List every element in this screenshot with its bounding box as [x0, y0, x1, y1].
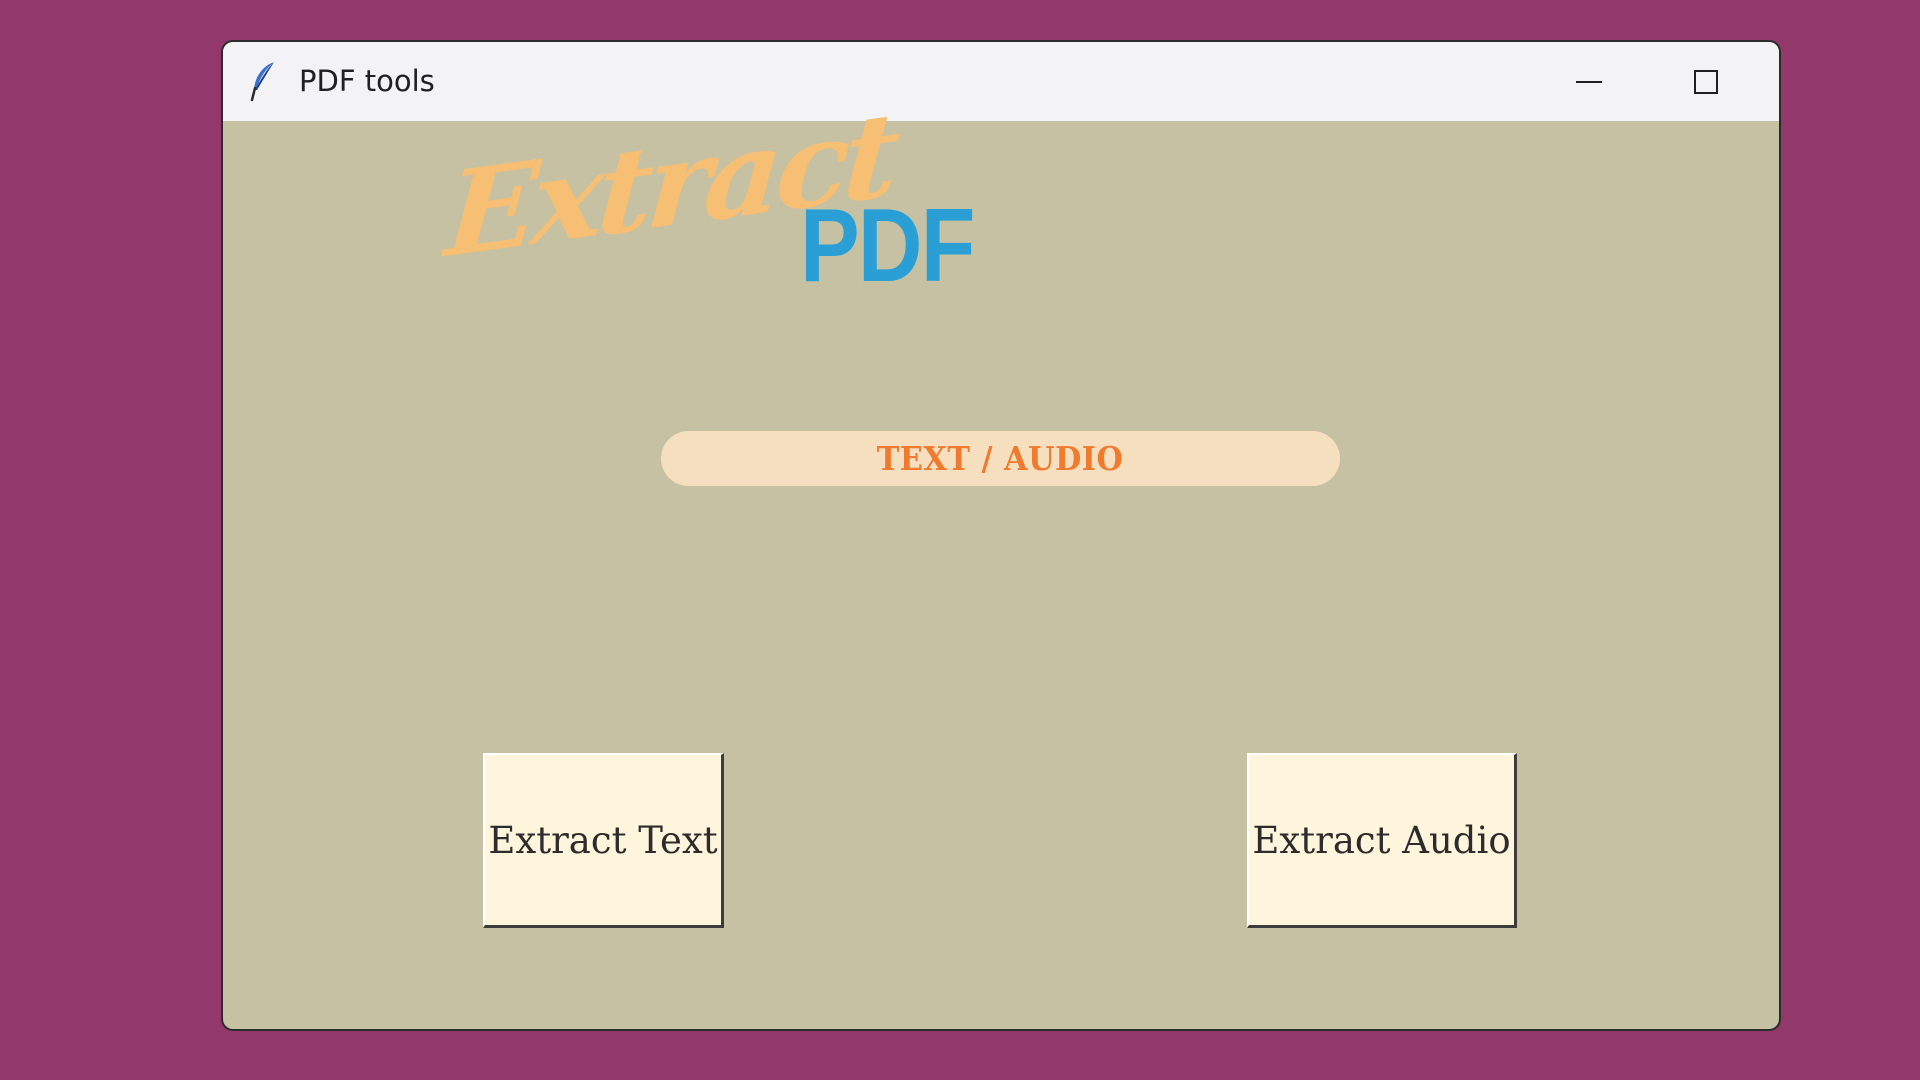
maximize-button[interactable]	[1648, 42, 1764, 121]
extract-text-button[interactable]: Extract Text	[483, 753, 724, 928]
app-window: PDF tools Extract PDF TEXT / AUDIO Extra…	[223, 42, 1779, 1029]
main-content: Extract PDF TEXT / AUDIO Extract Text Ex…	[223, 85, 1779, 1029]
close-button[interactable]	[1765, 42, 1779, 121]
maximize-icon	[1692, 68, 1720, 96]
logo-subtitle-banner: TEXT / AUDIO	[661, 431, 1340, 486]
window-title: PDF tools	[299, 64, 435, 98]
feather-icon	[249, 60, 277, 102]
logo-pdf-text: PDF	[800, 188, 975, 304]
title-bar[interactable]: PDF tools	[223, 42, 1779, 121]
minimize-button[interactable]	[1531, 42, 1647, 121]
logo-subtitle: TEXT / AUDIO	[877, 439, 1124, 478]
extract-audio-button[interactable]: Extract Audio	[1247, 753, 1517, 928]
minimize-icon	[1575, 68, 1603, 96]
